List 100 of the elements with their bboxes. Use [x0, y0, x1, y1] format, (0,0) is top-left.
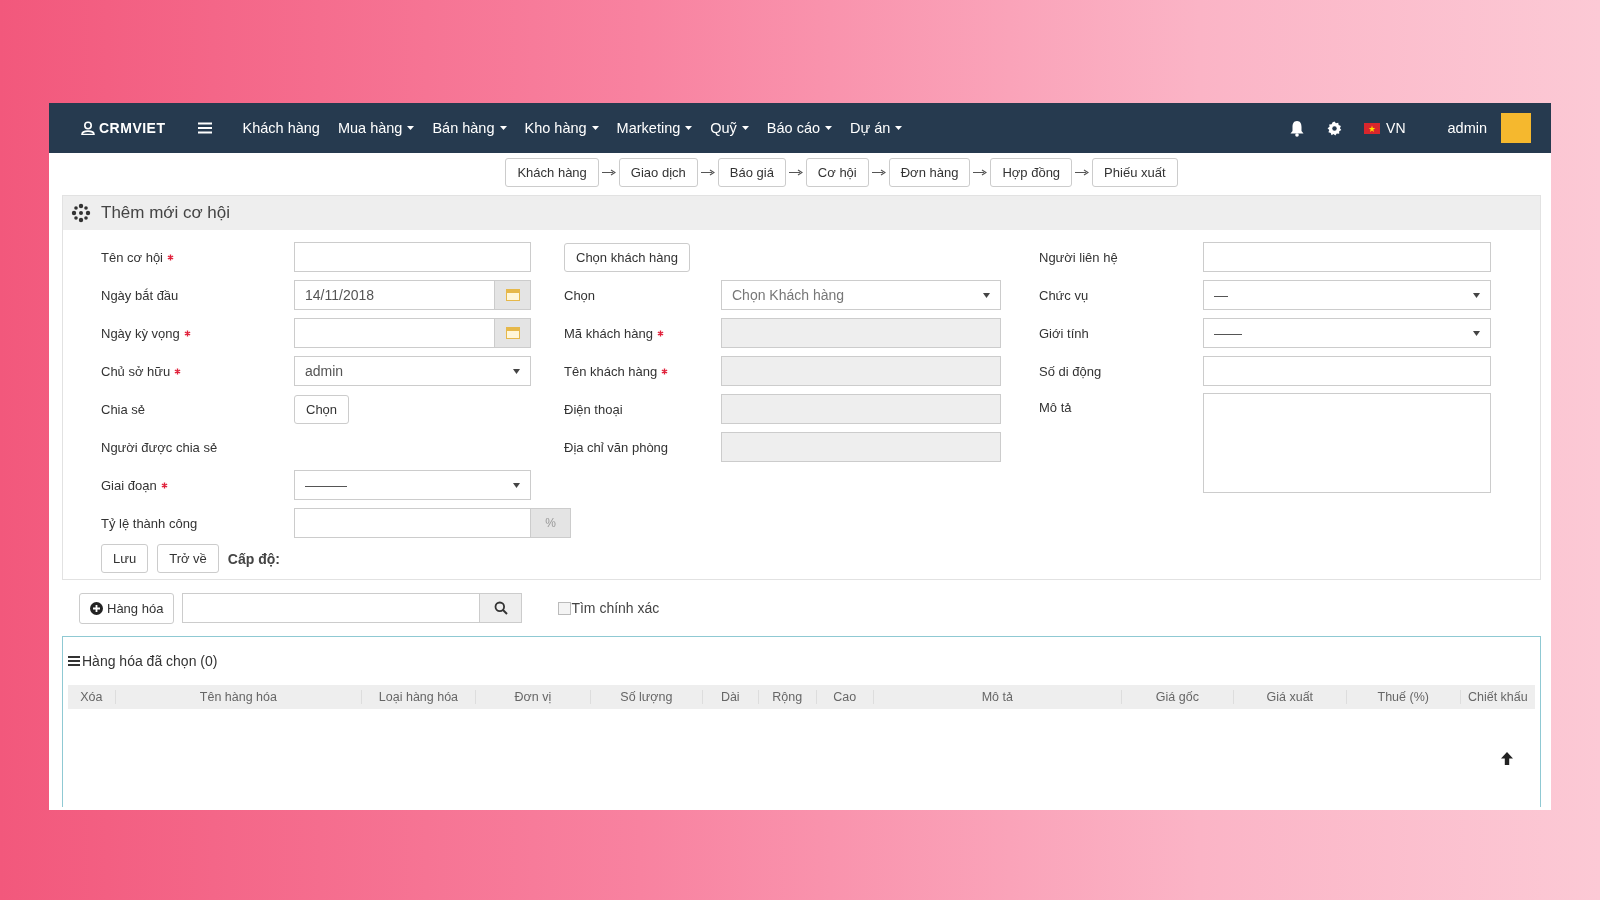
column-header: Loại hàng hóa [361, 690, 475, 704]
nav-menu-item[interactable]: Bán hàng [423, 120, 516, 136]
search-button[interactable] [480, 593, 523, 623]
step-button[interactable]: Đơn hàng [888, 158, 971, 187]
column-header: Chiết khấu [1459, 690, 1535, 704]
caret-icon [513, 368, 520, 374]
field-label: Chủ sở hữu [101, 363, 171, 379]
step-button[interactable]: Khách hàng [505, 158, 599, 187]
required-icon [160, 481, 168, 489]
action-button[interactable]: Trở về [157, 544, 219, 573]
arrow-icon [871, 169, 886, 176]
calendar-button[interactable] [495, 318, 531, 348]
text-area[interactable] [1203, 393, 1491, 493]
panel-title: Thêm mới cơ hội [101, 203, 231, 223]
table-title: Hàng hóa đã chọn (0) [82, 653, 218, 669]
arrow-icon [973, 169, 988, 176]
field-label: Mô tả [1039, 400, 1072, 415]
choose-customer-button[interactable]: Chọn khách hàng [564, 242, 690, 272]
select-field[interactable]: —— [1203, 318, 1491, 348]
field-label: Mã khách hàng [564, 325, 653, 341]
calendar-button[interactable] [495, 280, 531, 310]
plus-circle-icon [90, 601, 103, 615]
user-name[interactable]: admin [1447, 120, 1487, 136]
checkbox-label: Tìm chính xác [571, 600, 660, 616]
field-label: Ngày kỳ vọng [101, 325, 180, 341]
column-header: Đơn vị [474, 690, 590, 704]
choose-button[interactable]: Chọn [294, 394, 350, 424]
select-field[interactable]: admin [294, 356, 531, 386]
date-field[interactable] [294, 318, 495, 348]
caret-icon [591, 126, 599, 130]
step-button[interactable]: Phiếu xuất [1092, 158, 1178, 187]
nav-menu-item[interactable]: Marketing [607, 120, 702, 136]
date-field[interactable]: 14/11/2018 [294, 280, 495, 310]
column-header: Giá gốc [1120, 690, 1233, 704]
person-icon [81, 121, 95, 135]
text-area[interactable] [1203, 242, 1491, 272]
step-button[interactable]: Báo giá [717, 158, 786, 187]
field-label: Ngày bắt đầu [101, 287, 179, 303]
logo[interactable]: CRMVIET [81, 120, 166, 136]
caret-icon [983, 292, 990, 298]
nav-menu-item[interactable]: Dự án [841, 120, 912, 136]
nav-menu-item[interactable]: Khách hàng [233, 120, 329, 136]
column-header: Số lượng [589, 690, 702, 704]
avatar-icon[interactable] [1501, 113, 1531, 143]
list-icon [68, 656, 80, 666]
action-button[interactable]: Lưu [101, 544, 149, 573]
caret-icon [685, 126, 693, 130]
language-label[interactable]: VN [1386, 120, 1406, 136]
caret-icon [895, 126, 903, 130]
select-field[interactable]: — [1203, 280, 1491, 310]
nav-menu-item[interactable]: Quỹ [701, 120, 758, 136]
arrow-icon [1075, 169, 1090, 176]
add-goods-button[interactable]: Hàng hóa [79, 592, 175, 624]
select-field[interactable]: Chọn Khách hàng [721, 280, 1001, 310]
required-icon [183, 329, 191, 337]
column-header: Thuế (%) [1345, 690, 1460, 704]
step-button[interactable]: Giao dịch [618, 158, 698, 187]
search-field[interactable] [182, 593, 481, 623]
column-header: Giá xuất [1232, 690, 1346, 704]
checkbox[interactable] [558, 601, 572, 615]
required-icon [174, 367, 182, 375]
column-header: Cao [815, 690, 873, 704]
caret-icon [1473, 330, 1480, 336]
bell-icon[interactable] [1289, 119, 1306, 137]
nav-menu-item[interactable]: Báo cáo [757, 120, 842, 136]
field-label: Chọn [564, 287, 596, 303]
nav-menu-item[interactable]: Mua hàng [328, 120, 424, 136]
rate-field[interactable] [294, 508, 531, 538]
field-label: Số di động [1039, 363, 1102, 379]
caret-icon [1473, 292, 1480, 298]
column-header: Dài [701, 690, 758, 704]
text-area[interactable] [294, 242, 531, 272]
search-icon [493, 601, 508, 615]
field-label: Chia sẻ [101, 401, 146, 417]
field-label: Địa chỉ văn phòng [564, 439, 669, 455]
flag-icon [1364, 122, 1381, 134]
caret-icon [741, 126, 749, 130]
nav-menu-item[interactable]: Kho hàng [515, 120, 608, 136]
percent-addon: % [531, 508, 571, 538]
arrow-icon [788, 169, 803, 176]
required-icon [656, 329, 664, 337]
field-label: Tên khách hàng [564, 363, 658, 379]
column-header: Mô tả [872, 690, 1121, 704]
caret-icon [499, 126, 507, 130]
field-label: Giới tính [1039, 325, 1089, 341]
field-label: Tên cơ hội [101, 249, 163, 265]
caret-icon [407, 126, 415, 130]
step-button[interactable]: Hợp đồng [990, 158, 1073, 187]
text-area[interactable] [1203, 356, 1491, 386]
required-icon [661, 367, 669, 375]
select-field[interactable]: ——— [294, 470, 531, 500]
field-label: Giai đoạn [101, 477, 157, 493]
level-label: Cấp độ: [227, 550, 280, 567]
required-icon [167, 253, 174, 261]
arrow-up-icon[interactable] [1500, 751, 1514, 766]
step-button[interactable]: Cơ hội [805, 158, 869, 187]
settings-icon[interactable] [1327, 120, 1343, 136]
field-label: Chức vụ [1039, 287, 1089, 303]
column-header: Tên hàng hóa [114, 690, 361, 704]
menu-icon[interactable] [197, 122, 212, 134]
